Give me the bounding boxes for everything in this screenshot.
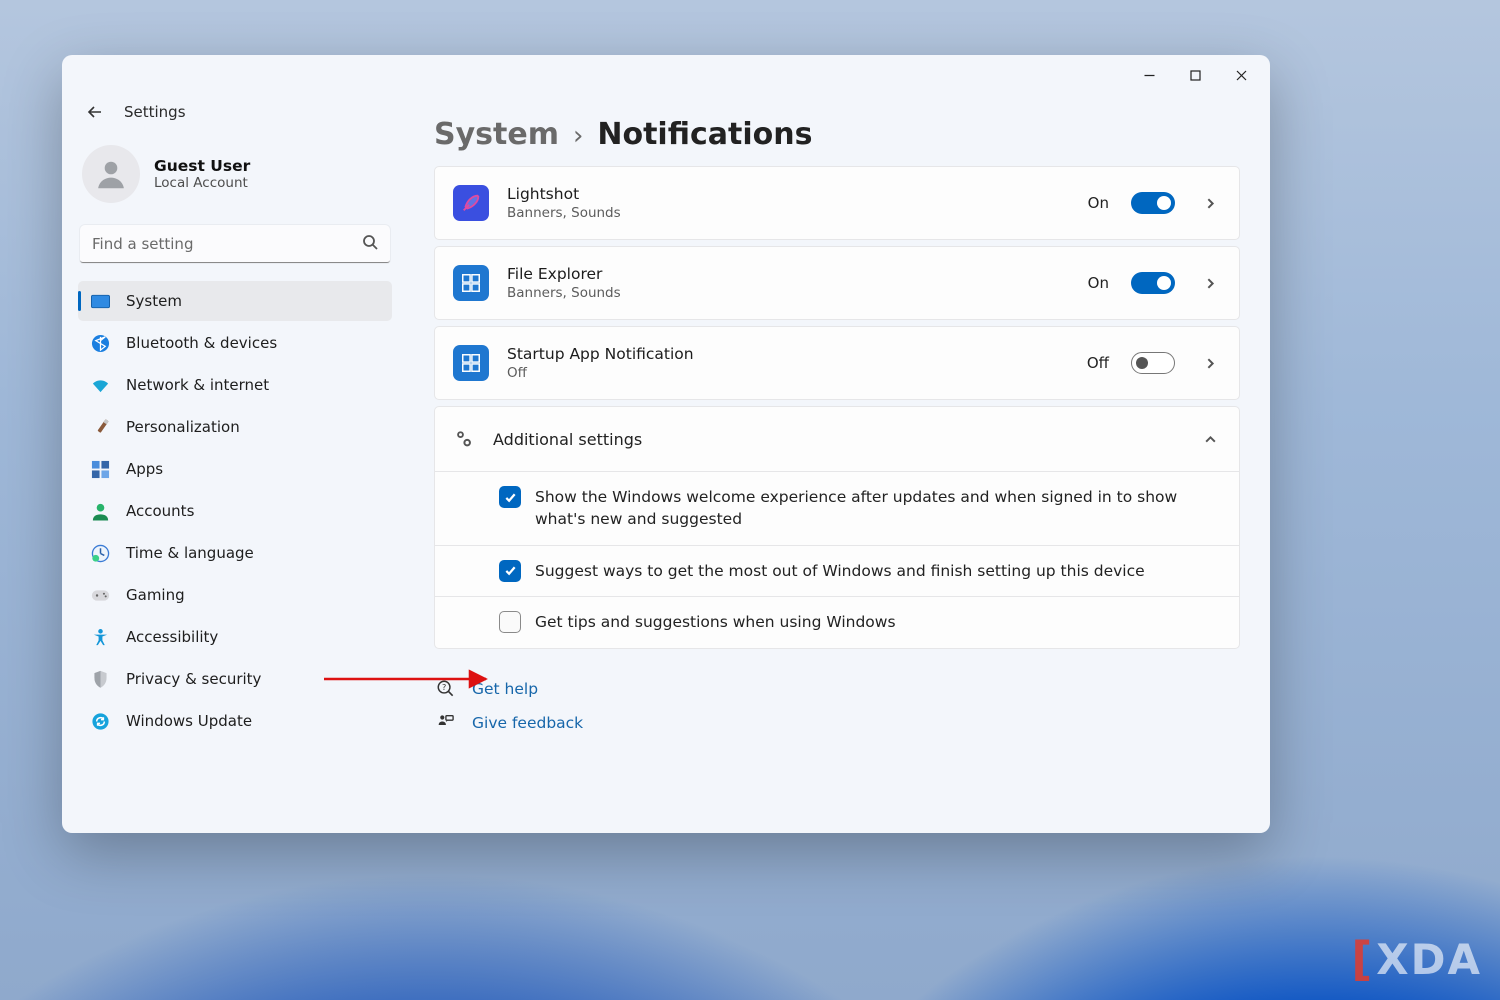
toggle-state-label: On (1088, 274, 1109, 292)
notifications-toggle[interactable] (1131, 352, 1175, 374)
footer-links: ? Get help Give feedback (434, 679, 1240, 733)
breadcrumb-separator: › (573, 121, 583, 151)
lightshot-app-icon (453, 185, 489, 221)
svg-text:?: ? (442, 682, 446, 692)
time-icon (90, 543, 110, 563)
check-row-suggest[interactable]: Suggest ways to get the most out of Wind… (435, 545, 1239, 596)
accessibility-icon (90, 627, 110, 647)
breadcrumb-current: Notifications (597, 117, 812, 152)
checkbox-label: Suggest ways to get the most out of Wind… (535, 560, 1145, 582)
sidebar-item-apps[interactable]: Apps (78, 449, 392, 489)
search-box[interactable] (80, 225, 390, 263)
sidebar-item-label: Gaming (126, 586, 185, 604)
apps-icon (90, 459, 110, 479)
toggle-state-label: On (1088, 194, 1109, 212)
update-icon (90, 711, 110, 731)
sidebar-nav: System Bluetooth & devices Network & inter… (78, 281, 392, 741)
sidebar-item-label: Privacy & security (126, 670, 261, 688)
notification-app-startup[interactable]: Startup App NotificationOffOff (434, 326, 1240, 400)
check-row-welcome[interactable]: Show the Windows welcome experience afte… (435, 472, 1239, 545)
minimize-button[interactable] (1126, 59, 1172, 91)
checkbox-label: Show the Windows welcome experience afte… (535, 486, 1219, 531)
help-icon: ? (436, 679, 456, 699)
gaming-icon (90, 585, 110, 605)
checkbox[interactable] (499, 611, 521, 633)
search-input[interactable] (80, 225, 390, 263)
breadcrumb-parent[interactable]: System (434, 117, 559, 152)
toggle-state-label: Off (1087, 354, 1109, 372)
chevron-up-icon (1199, 433, 1221, 446)
avatar (82, 145, 140, 203)
additional-settings-title: Additional settings (493, 430, 1175, 449)
sidebar-item-label: Windows Update (126, 712, 252, 730)
back-button[interactable] (84, 101, 106, 123)
sidebar-item-label: Bluetooth & devices (126, 334, 277, 352)
close-button[interactable] (1218, 59, 1264, 91)
maximize-button[interactable] (1172, 59, 1218, 91)
sidebar-item-label: Time & language (126, 544, 254, 562)
sidebar-item-label: Accessibility (126, 628, 218, 646)
app-subtitle: Banners, Sounds (507, 205, 1070, 221)
chevron-right-icon (1199, 357, 1221, 370)
give-feedback-row[interactable]: Give feedback (436, 713, 1240, 733)
sidebar-item-time[interactable]: Time & language (78, 533, 392, 573)
sidebar-item-label: Network & internet (126, 376, 269, 394)
sidebar-item-update[interactable]: Windows Update (78, 701, 392, 741)
sidebar-item-personalization[interactable]: Personalization (78, 407, 392, 447)
checkbox[interactable] (499, 560, 521, 582)
main-content: System › Notifications LightshotBanners,… (404, 95, 1270, 833)
notifications-toggle[interactable] (1131, 192, 1175, 214)
notifications-toggle[interactable] (1131, 272, 1175, 294)
sidebar-item-gaming[interactable]: Gaming (78, 575, 392, 615)
checkbox-label: Get tips and suggestions when using Wind… (535, 611, 896, 633)
sidebar-item-label: Apps (126, 460, 163, 478)
chevron-right-icon (1199, 277, 1221, 290)
settings-window: Settings Guest User Local Account System… (62, 55, 1270, 833)
sidebar-item-label: Personalization (126, 418, 240, 436)
chevron-right-icon (1199, 197, 1221, 210)
bluetooth-icon (90, 333, 110, 353)
user-account-type: Local Account (154, 175, 250, 191)
app-title: Startup App Notification (507, 345, 1069, 364)
additional-settings-card: Additional settings Show the Windows wel… (434, 406, 1240, 649)
checkbox[interactable] (499, 486, 521, 508)
file-explorer-app-icon (453, 265, 489, 301)
sidebar-item-accessibility[interactable]: Accessibility (78, 617, 392, 657)
sidebar-item-system[interactable]: System (78, 281, 392, 321)
sidebar-item-accounts[interactable]: Accounts (78, 491, 392, 531)
window-titlebar (62, 55, 1270, 95)
app-subtitle: Banners, Sounds (507, 285, 1070, 301)
app-title: Lightshot (507, 185, 1070, 204)
app-title: Settings (124, 103, 186, 121)
additional-settings-header[interactable]: Additional settings (435, 407, 1239, 471)
network-icon (90, 375, 110, 395)
search-icon (362, 234, 378, 254)
watermark: [XDA (1351, 932, 1482, 986)
feedback-icon (436, 713, 456, 733)
user-name: Guest User (154, 157, 250, 175)
accounts-icon (90, 501, 110, 521)
notification-app-file-explorer[interactable]: File ExplorerBanners, Sounds On (434, 246, 1240, 320)
app-subtitle: Off (507, 365, 1069, 381)
personalization-icon (90, 417, 110, 437)
get-help-row[interactable]: ? Get help (436, 679, 1240, 699)
sidebar: Settings Guest User Local Account System… (62, 95, 404, 833)
check-row-tips[interactable]: Get tips and suggestions when using Wind… (435, 596, 1239, 647)
gears-icon (453, 428, 475, 450)
sidebar-item-label: Accounts (126, 502, 194, 520)
privacy-icon (90, 669, 110, 689)
startup-app-icon (453, 345, 489, 381)
user-profile[interactable]: Guest User Local Account (78, 137, 392, 225)
system-icon (90, 291, 110, 311)
sidebar-item-privacy[interactable]: Privacy & security (78, 659, 392, 699)
sidebar-item-bluetooth[interactable]: Bluetooth & devices (78, 323, 392, 363)
notification-app-lightshot[interactable]: LightshotBanners, Sounds On (434, 166, 1240, 240)
give-feedback-link[interactable]: Give feedback (472, 714, 583, 732)
sidebar-item-label: System (126, 292, 182, 310)
breadcrumb: System › Notifications (434, 95, 1240, 166)
sidebar-item-network[interactable]: Network & internet (78, 365, 392, 405)
app-title: File Explorer (507, 265, 1070, 284)
get-help-link[interactable]: Get help (472, 680, 538, 698)
